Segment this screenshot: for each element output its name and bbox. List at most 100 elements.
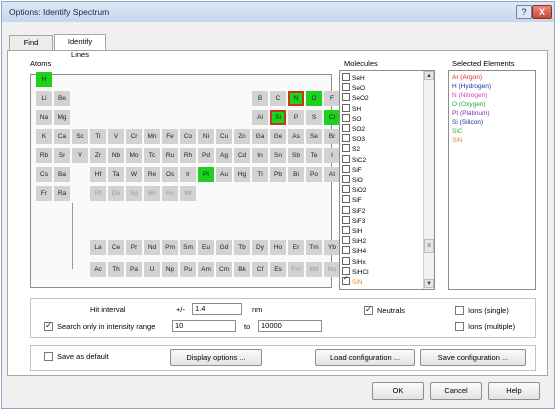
element-cell-sc[interactable]: Sc bbox=[72, 129, 88, 144]
element-cell-rh[interactable]: Rh bbox=[180, 148, 196, 163]
element-cell-ti[interactable]: Ti bbox=[90, 129, 106, 144]
molecule-item[interactable]: SO bbox=[342, 113, 361, 123]
scroll-thumb[interactable]: ≡ bbox=[424, 239, 434, 253]
help-title-button[interactable]: ? bbox=[516, 5, 532, 19]
element-cell-f[interactable]: F bbox=[324, 91, 340, 106]
element-cell-ir[interactable]: Ir bbox=[180, 167, 196, 182]
selected-element-item[interactable]: O (Oxygen) bbox=[452, 100, 486, 109]
molecule-checkbox[interactable] bbox=[342, 205, 350, 214]
element-cell-li[interactable]: Li bbox=[36, 91, 52, 106]
tab-find-peaks[interactable]: Find Peaks bbox=[9, 35, 53, 60]
element-cell-tl[interactable]: Tl bbox=[252, 167, 268, 182]
element-cell-eu[interactable]: Eu bbox=[198, 240, 214, 255]
element-cell-pu[interactable]: Pu bbox=[180, 262, 196, 277]
element-cell-ce[interactable]: Ce bbox=[108, 240, 124, 255]
element-cell-co[interactable]: Co bbox=[180, 129, 196, 144]
element-cell-ta[interactable]: Ta bbox=[108, 167, 124, 182]
molecule-checkbox[interactable] bbox=[342, 164, 350, 173]
molecule-checkbox[interactable] bbox=[342, 103, 350, 112]
selected-element-item[interactable]: SiN bbox=[452, 136, 462, 145]
molecule-checkbox[interactable] bbox=[342, 246, 350, 255]
element-cell-md[interactable]: Md bbox=[306, 262, 322, 277]
element-cell-v[interactable]: V bbox=[108, 129, 124, 144]
element-cell-cf[interactable]: Cf bbox=[252, 262, 268, 277]
element-cell-bi[interactable]: Bi bbox=[288, 167, 304, 182]
molecule-item[interactable]: SiO2 bbox=[342, 185, 366, 194]
load-configuration-button[interactable]: Load configuration ... bbox=[315, 349, 415, 366]
molecule-checkbox[interactable] bbox=[342, 226, 350, 234]
element-cell-ac[interactable]: Ac bbox=[90, 262, 106, 277]
element-cell-dy[interactable]: Dy bbox=[252, 240, 268, 255]
element-cell-bk[interactable]: Bk bbox=[234, 262, 250, 277]
scroll-down-arrow[interactable]: ▼ bbox=[424, 279, 434, 288]
help-button[interactable]: Help bbox=[488, 382, 540, 400]
element-cell-p[interactable]: P bbox=[288, 110, 304, 125]
element-cell-in[interactable]: In bbox=[252, 148, 268, 163]
element-cell-re[interactable]: Re bbox=[144, 167, 160, 182]
molecule-item[interactable]: SO2 bbox=[342, 124, 365, 133]
element-cell-ba[interactable]: Ba bbox=[54, 167, 70, 182]
element-cell-mt[interactable]: Mt bbox=[180, 186, 196, 201]
element-cell-gd[interactable]: Gd bbox=[216, 240, 232, 255]
element-cell-cs[interactable]: Cs bbox=[36, 167, 52, 182]
molecule-item[interactable]: SiC2 bbox=[342, 154, 366, 164]
molecule-item[interactable]: SeH bbox=[342, 73, 365, 82]
element-cell-cm[interactable]: Cm bbox=[216, 262, 232, 277]
element-cell-b[interactable]: B bbox=[252, 91, 268, 106]
ions-single-checkbox[interactable] bbox=[455, 306, 464, 315]
element-cell-am[interactable]: Am bbox=[198, 262, 214, 277]
element-cell-la[interactable]: La bbox=[90, 240, 106, 255]
element-cell-br[interactable]: Br bbox=[324, 129, 340, 144]
element-cell-ga[interactable]: Ga bbox=[252, 129, 268, 144]
element-cell-fm[interactable]: Fm bbox=[288, 262, 304, 277]
molecule-item[interactable]: SiH4 bbox=[342, 246, 366, 255]
ions-multiple-checkbox[interactable] bbox=[455, 322, 464, 331]
molecule-item[interactable]: SiF bbox=[342, 164, 362, 174]
molecule-item[interactable]: SiH bbox=[342, 226, 362, 235]
molecule-item[interactable]: SeO2 bbox=[342, 93, 369, 102]
element-cell-mo[interactable]: Mo bbox=[126, 148, 142, 163]
molecule-item[interactable]: SiN bbox=[342, 275, 362, 286]
element-cell-zr[interactable]: Zr bbox=[90, 148, 106, 163]
molecule-item[interactable]: S2 bbox=[342, 144, 360, 153]
scroll-up-arrow[interactable]: ▲ bbox=[424, 71, 434, 80]
molecule-item[interactable]: SeO bbox=[342, 83, 365, 92]
element-cell-ca[interactable]: Ca bbox=[54, 129, 70, 144]
element-cell-ag[interactable]: Ag bbox=[216, 148, 232, 163]
molecule-checkbox[interactable] bbox=[342, 275, 350, 285]
molecule-checkbox[interactable] bbox=[342, 113, 350, 122]
element-cell-as[interactable]: As bbox=[288, 129, 304, 144]
element-cell-pb[interactable]: Pb bbox=[270, 167, 286, 182]
molecule-item[interactable]: SiF3 bbox=[342, 215, 365, 225]
element-cell-se[interactable]: Se bbox=[306, 129, 322, 144]
element-cell-th[interactable]: Th bbox=[108, 262, 124, 277]
element-cell-u[interactable]: U bbox=[144, 262, 160, 277]
element-cell-na[interactable]: Na bbox=[36, 110, 52, 125]
molecule-checkbox[interactable] bbox=[342, 144, 350, 153]
element-cell-er[interactable]: Er bbox=[288, 240, 304, 255]
element-cell-po[interactable]: Po bbox=[306, 167, 322, 182]
element-cell-yb[interactable]: Yb bbox=[324, 240, 340, 255]
element-cell-i[interactable]: I bbox=[324, 148, 340, 163]
molecule-item[interactable]: SO3 bbox=[342, 134, 365, 143]
element-cell-cl[interactable]: Cl bbox=[324, 110, 340, 125]
element-cell-db[interactable]: Db bbox=[108, 186, 124, 201]
tab-identify-lines[interactable]: Identify Lines bbox=[54, 34, 106, 59]
element-cell-os[interactable]: Os bbox=[162, 167, 178, 182]
element-cell-si[interactable]: Si bbox=[270, 110, 286, 125]
element-cell-au[interactable]: Au bbox=[216, 167, 232, 182]
save-configuration-button[interactable]: Save configuration ... bbox=[420, 349, 526, 366]
range-to-input[interactable]: 10000 bbox=[258, 320, 322, 332]
range-from-input[interactable]: 10 bbox=[172, 320, 236, 332]
element-cell-cd[interactable]: Cd bbox=[234, 148, 250, 163]
molecule-checkbox[interactable] bbox=[342, 175, 350, 183]
element-cell-sg[interactable]: Sg bbox=[126, 186, 142, 201]
element-cell-pm[interactable]: Pm bbox=[162, 240, 178, 255]
element-cell-ra[interactable]: Ra bbox=[54, 186, 70, 201]
molecule-checkbox[interactable] bbox=[342, 185, 350, 194]
element-cell-pt[interactable]: Pt bbox=[198, 167, 214, 182]
molecule-checkbox[interactable] bbox=[342, 266, 350, 275]
element-cell-te[interactable]: Te bbox=[306, 148, 322, 163]
selected-elements-list[interactable]: Ar (Argon) H (Hydrogen) N (Nitrogen) O (Oxy… bbox=[448, 70, 536, 290]
element-cell-y[interactable]: Y bbox=[72, 148, 88, 163]
